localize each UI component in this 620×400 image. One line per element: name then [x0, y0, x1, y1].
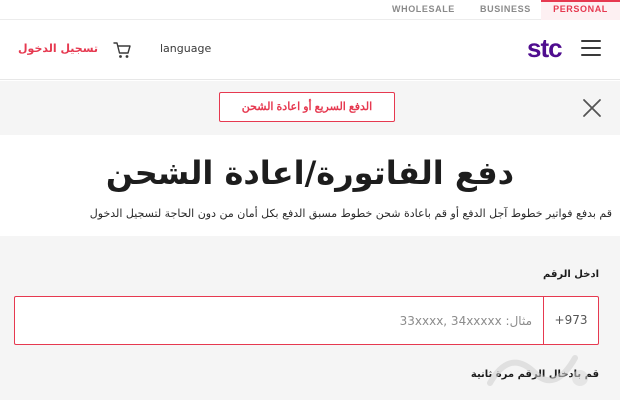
- country-prefix: +973: [543, 297, 598, 344]
- language-selector[interactable]: language: [160, 42, 211, 55]
- site-header: stc language تسجيل الدخول: [0, 20, 620, 80]
- segment-business[interactable]: BUSINESS: [480, 0, 531, 20]
- login-link[interactable]: تسجيل الدخول: [18, 42, 98, 55]
- hamburger-menu-icon[interactable]: [581, 40, 601, 58]
- segment-wholesale[interactable]: WHOLESALE: [392, 0, 455, 20]
- quick-pay-banner: الدفع السريع أو اعادة الشحن: [0, 81, 620, 135]
- stc-logo[interactable]: stc: [527, 33, 563, 64]
- phone-number-input[interactable]: [15, 297, 542, 344]
- close-icon[interactable]: [582, 98, 602, 118]
- cart-icon[interactable]: [112, 40, 132, 60]
- segment-personal[interactable]: PERSONAL: [541, 0, 620, 20]
- page-subtitle: قم بدفع فواتير خطوط آجل الدفع أو قم باعا…: [89, 207, 612, 220]
- segment-bar: WHOLESALE BUSINESS PERSONAL: [0, 0, 620, 20]
- number-label: ادخل الرقم: [543, 269, 599, 280]
- quick-pay-button[interactable]: الدفع السريع أو اعادة الشحن: [219, 92, 395, 122]
- watermark-icon: [487, 355, 588, 386]
- page-title: دفع الفاتورة/اعادة الشحن: [105, 154, 515, 192]
